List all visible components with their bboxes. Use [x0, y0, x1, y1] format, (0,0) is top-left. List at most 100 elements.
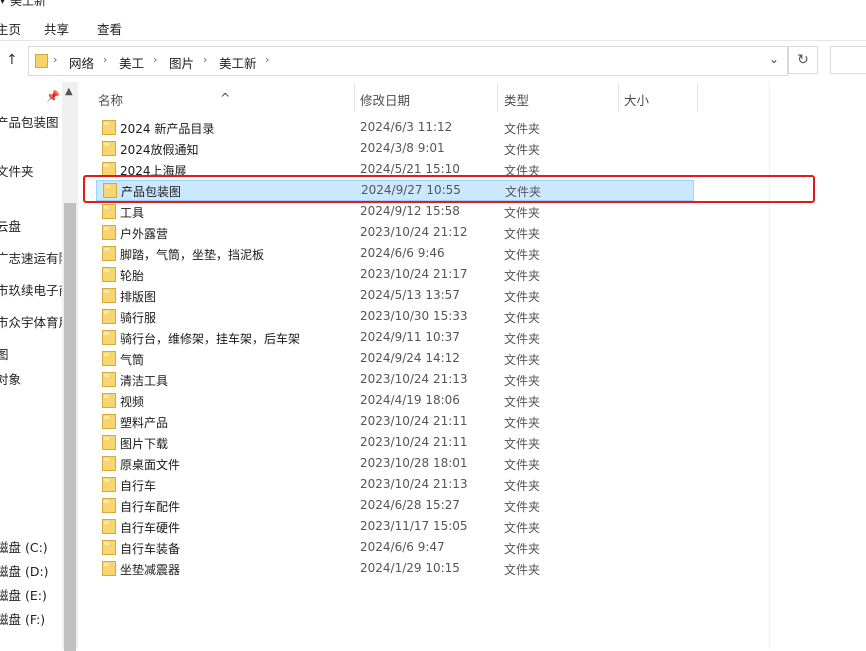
column-divider[interactable]	[697, 84, 698, 112]
column-divider[interactable]	[354, 84, 355, 112]
address-bar[interactable]: › 网络 › 美工 › 图片 › 美工新 › ⌄	[28, 46, 788, 76]
file-row[interactable]: 清洁工具 2023/10/24 21:13 文件夹	[78, 369, 778, 390]
file-name[interactable]: 骑行服	[120, 309, 156, 326]
file-name[interactable]: 工具	[120, 204, 144, 221]
nav-item[interactable]: 市众宇体育用	[0, 312, 62, 331]
nav-item-drive-c[interactable]: 磁盘 (C:)	[0, 537, 48, 556]
quick-access-pin-icon[interactable]: ▾	[0, 0, 5, 7]
nav-item-drive-f[interactable]: 磁盘 (F:)	[0, 609, 45, 628]
nav-item-drive-e[interactable]: 磁盘 (E:)	[0, 585, 47, 604]
file-name[interactable]: 轮胎	[120, 267, 144, 284]
file-type: 文件夹	[504, 311, 541, 325]
refresh-icon: ↻	[797, 52, 809, 68]
chevron-right-icon[interactable]: ›	[265, 53, 269, 66]
column-divider[interactable]	[497, 84, 498, 112]
file-name[interactable]: 自行车	[120, 477, 156, 494]
folder-icon	[102, 141, 116, 156]
up-arrow-icon[interactable]: ↑	[6, 52, 18, 68]
nav-item[interactable]: 广志速运有限	[0, 248, 62, 267]
file-row[interactable]: 工具 2024/9/12 15:58 文件夹	[78, 201, 778, 222]
file-name[interactable]: 清洁工具	[120, 372, 168, 389]
column-header-date[interactable]: 修改日期	[360, 90, 410, 109]
file-row[interactable]: 自行车配件 2024/6/28 15:27 文件夹	[78, 495, 778, 516]
scrollbar-thumb[interactable]	[64, 203, 76, 651]
file-row[interactable]: 户外露营 2023/10/24 21:12 文件夹	[78, 222, 778, 243]
pin-icon[interactable]: 📌	[46, 90, 60, 103]
folder-icon	[102, 246, 116, 261]
file-row[interactable]: 自行车 2023/10/24 21:13 文件夹	[78, 474, 778, 495]
file-modified-date: 2024/6/6 9:47	[360, 540, 445, 554]
folder-icon	[102, 414, 116, 429]
file-name[interactable]: 视频	[120, 393, 144, 410]
chevron-right-icon[interactable]: ›	[103, 53, 107, 66]
file-name[interactable]: 原桌面文件	[120, 456, 180, 473]
folder-icon	[102, 498, 116, 513]
file-name[interactable]: 排版图	[120, 288, 156, 305]
file-name[interactable]: 脚踏，气筒，坐垫，挡泥板	[120, 246, 264, 263]
nav-item[interactable]: 文件夹	[0, 161, 34, 180]
search-input[interactable]	[830, 46, 866, 74]
file-row[interactable]: 视频 2024/4/19 18:06 文件夹	[78, 390, 778, 411]
nav-item[interactable]: 市玖续电子商	[0, 280, 62, 299]
column-header-size[interactable]: 大小	[624, 90, 649, 109]
file-name[interactable]: 图片下载	[120, 435, 168, 452]
chevron-right-icon[interactable]: ›	[203, 53, 207, 66]
folder-icon	[102, 540, 116, 555]
tab-view[interactable]: 查看	[97, 19, 122, 38]
refresh-button[interactable]: ↻	[788, 46, 818, 74]
file-type: 文件夹	[504, 290, 541, 304]
file-row[interactable]: 骑行服 2023/10/30 15:33 文件夹	[78, 306, 778, 327]
file-row[interactable]: 塑料产品 2023/10/24 21:11 文件夹	[78, 411, 778, 432]
file-name[interactable]: 坐垫减震器	[120, 561, 180, 578]
file-name[interactable]: 自行车硬件	[120, 519, 180, 536]
chevron-down-icon[interactable]: ⌄	[769, 52, 779, 66]
file-name[interactable]: 自行车装备	[120, 540, 180, 557]
file-row[interactable]: 坐垫减震器 2024/1/29 10:15 文件夹	[78, 558, 778, 579]
file-row[interactable]: 2024放假通知 2024/3/8 9:01 文件夹	[78, 138, 778, 159]
file-name[interactable]: 2024放假通知	[120, 141, 199, 158]
breadcrumb-pictures[interactable]: 图片	[169, 53, 194, 72]
file-row[interactable]: 轮胎 2023/10/24 21:17 文件夹	[78, 264, 778, 285]
file-type: 文件夹	[504, 248, 541, 262]
file-type: 文件夹	[504, 500, 541, 514]
file-name[interactable]: 气筒	[120, 351, 144, 368]
tab-share[interactable]: 共享	[44, 19, 69, 38]
file-name[interactable]: 2024 新产品目录	[120, 120, 214, 137]
file-name[interactable]: 骑行台，维修架，挂车架，后车架	[120, 330, 300, 347]
file-row[interactable]: 气筒 2024/9/24 14:12 文件夹	[78, 348, 778, 369]
file-row[interactable]: 自行车硬件 2023/11/17 15:05 文件夹	[78, 516, 778, 537]
file-row[interactable]: 原桌面文件 2023/10/28 18:01 文件夹	[78, 453, 778, 474]
window-title: 美工新	[10, 0, 47, 8]
breadcrumb-meigong[interactable]: 美工	[119, 53, 144, 72]
file-modified-date: 2024/6/28 15:27	[360, 498, 460, 512]
file-row[interactable]: 排版图 2024/5/13 13:57 文件夹	[78, 285, 778, 306]
file-modified-date: 2023/10/24 21:17	[360, 267, 468, 281]
file-name[interactable]: 自行车配件	[120, 498, 180, 515]
column-header-type[interactable]: 类型	[504, 90, 529, 109]
column-divider[interactable]	[618, 84, 619, 112]
file-type: 文件夹	[504, 563, 541, 577]
nav-item[interactable]: 图	[0, 344, 9, 363]
file-name[interactable]: 塑料产品	[120, 414, 168, 431]
file-modified-date: 2023/10/24 21:13	[360, 372, 468, 386]
nav-item[interactable]: 产品包装图	[0, 112, 59, 131]
chevron-right-icon[interactable]: ›	[53, 53, 57, 66]
scroll-up-icon[interactable]: ▲	[65, 86, 73, 97]
file-row[interactable]: 2024 新产品目录 2024/6/3 11:12 文件夹	[78, 117, 778, 138]
nav-item[interactable]: 云盘	[0, 216, 21, 235]
file-row[interactable]: 图片下载 2023/10/24 21:11 文件夹	[78, 432, 778, 453]
file-row[interactable]: 骑行台，维修架，挂车架，后车架 2024/9/11 10:37 文件夹	[78, 327, 778, 348]
column-header-name[interactable]: 名称	[98, 90, 123, 109]
nav-item[interactable]: 对象	[0, 369, 21, 388]
breadcrumb-network[interactable]: 网络	[69, 53, 94, 72]
file-type: 文件夹	[504, 395, 541, 409]
nav-scrollbar[interactable]: ▲	[62, 82, 78, 651]
tab-home[interactable]: 主页	[0, 19, 21, 38]
nav-item-drive-d[interactable]: 磁盘 (D:)	[0, 561, 49, 580]
file-name[interactable]: 户外露营	[120, 225, 168, 242]
chevron-right-icon[interactable]: ›	[153, 53, 157, 66]
sort-up-icon: ^	[220, 90, 231, 105]
file-row[interactable]: 自行车装备 2024/6/6 9:47 文件夹	[78, 537, 778, 558]
file-row[interactable]: 脚踏，气筒，坐垫，挡泥板 2024/6/6 9:46 文件夹	[78, 243, 778, 264]
breadcrumb-meigongxin[interactable]: 美工新	[219, 53, 257, 72]
